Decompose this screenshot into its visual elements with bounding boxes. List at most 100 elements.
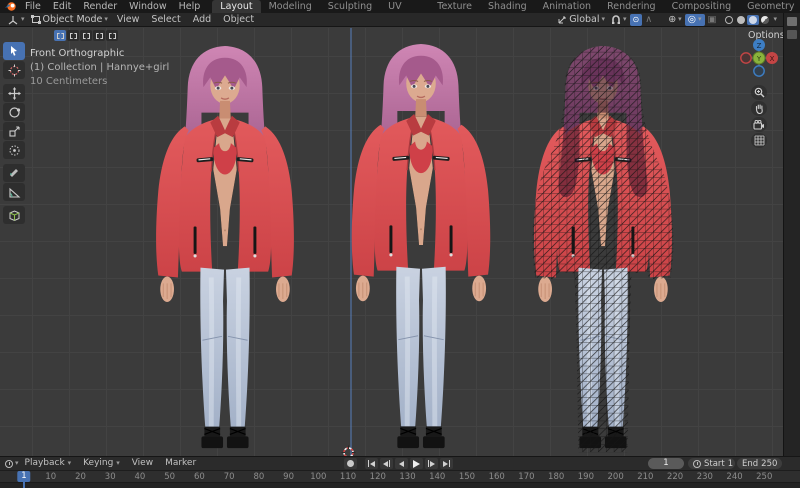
jump-to-start-button[interactable]: [365, 458, 378, 469]
prev-keyframe-button[interactable]: [380, 458, 393, 469]
shading-solid-button[interactable]: [735, 15, 747, 25]
ruler-tick[interactable]: 240: [726, 472, 742, 482]
menu-select[interactable]: Select: [145, 13, 186, 27]
ruler-tick[interactable]: 50: [164, 472, 175, 482]
ruler-tick[interactable]: 10: [45, 472, 56, 482]
playhead-line[interactable]: [23, 481, 25, 488]
next-keyframe-button[interactable]: [425, 458, 438, 469]
transform-tool[interactable]: [3, 141, 25, 159]
tab-shading[interactable]: Shading: [480, 0, 535, 13]
play-reverse-button[interactable]: [395, 458, 408, 469]
tab-layout[interactable]: Layout: [212, 0, 260, 13]
tab-compositing[interactable]: Compositing: [664, 0, 740, 13]
select-mode-new-button[interactable]: [54, 30, 66, 41]
ruler-tick[interactable]: 200: [608, 472, 624, 482]
select-mode-subtract-button[interactable]: [80, 30, 92, 41]
menu-render[interactable]: Render: [77, 0, 123, 13]
menu-view[interactable]: View: [111, 13, 146, 27]
ruler-tick[interactable]: 110: [340, 472, 356, 482]
menu-object[interactable]: Object: [217, 13, 260, 27]
timeline-track-area[interactable]: [0, 482, 800, 488]
editor-type-button[interactable]: ▾: [4, 14, 28, 26]
tab-modeling[interactable]: Modeling: [261, 0, 320, 13]
select-mode-extend-button[interactable]: [67, 30, 79, 41]
camera-view-button[interactable]: [751, 117, 767, 132]
ruler-tick[interactable]: 130: [399, 472, 415, 482]
shading-material-button[interactable]: [747, 15, 759, 25]
ruler-tick[interactable]: 90: [283, 472, 294, 482]
jump-to-end-button[interactable]: [440, 458, 453, 469]
model-left[interactable]: [136, 44, 314, 456]
gizmo-x-neg-axis[interactable]: [741, 53, 751, 63]
menu-window[interactable]: Window: [123, 0, 172, 13]
toggle-xray-button[interactable]: ▣: [705, 14, 720, 26]
timeline-ruler[interactable]: 1102030405060708090100110120130140150160…: [0, 470, 800, 482]
select-mode-invert-button[interactable]: [93, 30, 105, 41]
ruler-tick[interactable]: 70: [224, 472, 235, 482]
move-tool[interactable]: [3, 84, 25, 102]
tab-geometry-nodes[interactable]: Geometry Nodes: [739, 0, 800, 13]
ruler-tick[interactable]: 210: [637, 472, 653, 482]
frame-end-field[interactable]: End 250: [737, 458, 782, 469]
rotate-tool[interactable]: [3, 103, 25, 121]
scale-tool[interactable]: [3, 122, 25, 140]
ruler-tick[interactable]: 100: [310, 472, 326, 482]
measure-tool[interactable]: [3, 183, 25, 201]
select-box-tool[interactable]: [3, 42, 25, 60]
annotate-tool[interactable]: [3, 164, 25, 182]
ruler-tick[interactable]: 40: [135, 472, 146, 482]
tab-texture-paint[interactable]: Texture Paint: [429, 0, 480, 13]
auto-keying-button[interactable]: [344, 458, 357, 469]
select-mode-intersect-button[interactable]: [106, 30, 118, 41]
show-gizmos-button[interactable]: ⊕▾: [665, 14, 684, 26]
transform-orientation-dropdown[interactable]: Global ▾: [555, 14, 608, 26]
menu-add[interactable]: Add: [187, 13, 217, 27]
ruler-tick[interactable]: 80: [253, 472, 264, 482]
model-wireframe[interactable]: [514, 44, 692, 456]
play-button[interactable]: [410, 458, 423, 469]
tab-sculpting[interactable]: Sculpting: [320, 0, 380, 13]
model-center[interactable]: [332, 42, 510, 456]
ruler-tick[interactable]: 160: [489, 472, 505, 482]
menu-timeline-view[interactable]: View: [126, 457, 159, 470]
menu-keying[interactable]: Keying ▾: [77, 457, 126, 470]
show-overlays-button[interactable]: ◎▾: [685, 14, 705, 26]
ruler-tick[interactable]: 250: [756, 472, 772, 482]
snapping-icon[interactable]: ▾: [608, 14, 630, 26]
zoom-view-button[interactable]: [751, 85, 767, 100]
menu-marker[interactable]: Marker: [159, 457, 202, 470]
snap-target-button[interactable]: ⊙: [630, 14, 643, 26]
ruler-tick[interactable]: 230: [697, 472, 713, 482]
shading-rendered-button[interactable]: [759, 15, 771, 25]
3d-viewport[interactable]: Options ▾ Front Orthographic (1) Collect…: [0, 28, 783, 456]
ruler-tick[interactable]: 150: [459, 472, 475, 482]
add-cube-tool[interactable]: [3, 206, 25, 224]
tab-animation[interactable]: Animation: [535, 0, 599, 13]
frame-start-field[interactable]: Start 1: [688, 458, 735, 469]
tab-uv-editing[interactable]: UV Editing: [380, 0, 429, 13]
current-frame-field[interactable]: 1: [648, 458, 684, 469]
ruler-tick[interactable]: 30: [105, 472, 116, 482]
toggle-perspective-button[interactable]: [751, 133, 767, 148]
filter-icon[interactable]: [787, 30, 797, 39]
shading-wireframe-button[interactable]: [723, 15, 735, 25]
menu-edit[interactable]: Edit: [47, 0, 77, 13]
outliner-icon[interactable]: [787, 17, 797, 26]
ruler-tick[interactable]: 60: [194, 472, 205, 482]
ruler-tick[interactable]: 190: [578, 472, 594, 482]
ruler-tick[interactable]: 180: [548, 472, 564, 482]
menu-help[interactable]: Help: [173, 0, 207, 13]
pan-view-button[interactable]: [751, 101, 767, 116]
timeline-editor-type-button[interactable]: ▾: [5, 460, 19, 468]
ruler-tick[interactable]: 120: [370, 472, 386, 482]
proportional-editing-icon[interactable]: ∧: [642, 14, 655, 26]
gizmo-z-neg-axis[interactable]: [754, 66, 764, 76]
menu-file[interactable]: File: [19, 0, 47, 13]
ruler-tick[interactable]: 220: [667, 472, 683, 482]
ruler-tick[interactable]: 140: [429, 472, 445, 482]
cursor-tool[interactable]: [3, 61, 25, 79]
menu-playback[interactable]: Playback ▾: [19, 457, 78, 470]
blender-logo-icon[interactable]: [4, 1, 17, 12]
tab-rendering[interactable]: Rendering: [599, 0, 664, 13]
ruler-tick[interactable]: 20: [75, 472, 86, 482]
